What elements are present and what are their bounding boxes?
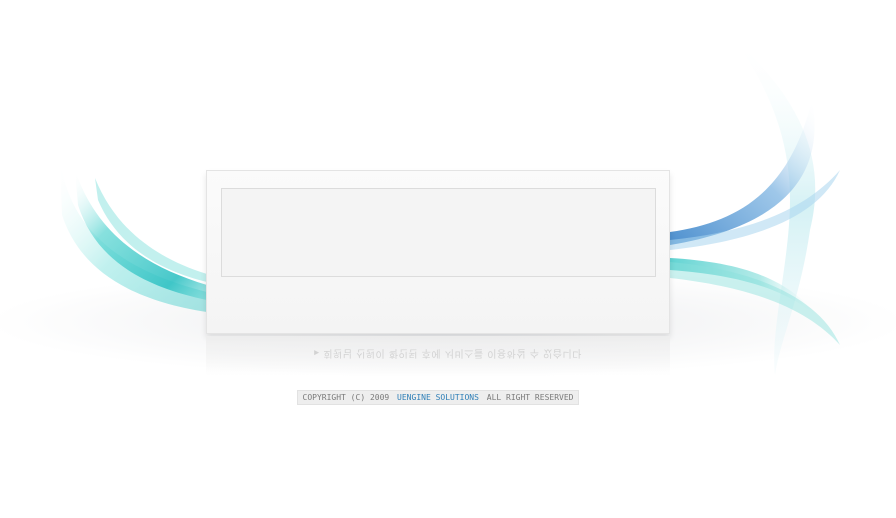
login-card xyxy=(206,170,670,334)
copyright-bar: COPYRIGHT (C) 2009 UENGINE SOLUTIONS ALL… xyxy=(297,390,579,405)
reflected-notice-text: ▸ 회원님 신원이 확인된 후에 서비스를 이용하실 수 있습니다 xyxy=(314,347,582,358)
copyright-brand: UENGINE SOLUTIONS xyxy=(397,393,479,402)
copyright-suffix: ALL RIGHT RESERVED xyxy=(486,393,574,402)
copyright-prefix: COPYRIGHT (C) 2009 xyxy=(302,393,390,402)
login-page: ▸ 회원님 신원이 확인된 후에 서비스를 이용하실 수 있습니다 COPYRI… xyxy=(0,0,896,518)
login-form-area xyxy=(221,188,656,277)
